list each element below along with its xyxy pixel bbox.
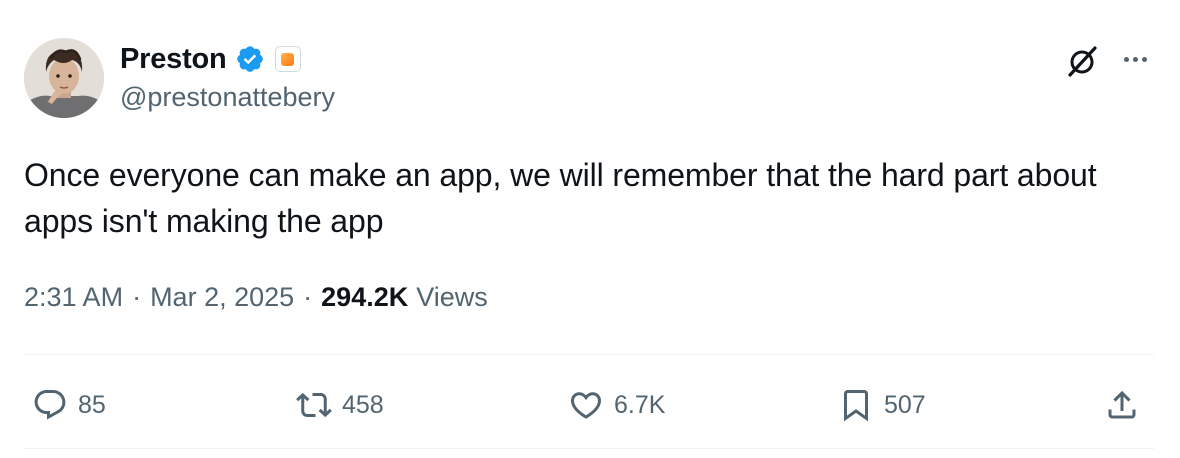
- avatar-image: [24, 38, 104, 118]
- bookmark-button[interactable]: 507: [838, 382, 926, 428]
- verified-badge-icon[interactable]: [235, 44, 265, 74]
- like-count: 6.7K: [614, 390, 666, 419]
- more-dot: [1141, 56, 1147, 62]
- action-bar: 85 458 6.7K 507: [24, 382, 1154, 428]
- retweet-icon: [296, 392, 332, 418]
- share-icon: [1108, 390, 1136, 419]
- reply-icon: [34, 390, 66, 420]
- tweet-time[interactable]: 2:31 AM: [24, 282, 123, 313]
- retweet-button[interactable]: 458: [296, 382, 384, 428]
- like-button[interactable]: 6.7K: [568, 382, 665, 428]
- share-button[interactable]: [1104, 382, 1140, 428]
- reply-button[interactable]: 85: [32, 382, 106, 428]
- meta-separator: ·: [303, 282, 313, 312]
- author-name-row: Preston: [120, 40, 301, 78]
- meta-separator: ·: [132, 282, 142, 312]
- tweet-date[interactable]: Mar 2, 2025: [150, 282, 294, 313]
- author-display-name[interactable]: Preston: [120, 43, 227, 76]
- bookmark-icon: [844, 390, 868, 422]
- affiliation-badge-icon[interactable]: [274, 46, 301, 72]
- divider: [24, 354, 1154, 355]
- affiliation-logo: [281, 52, 295, 66]
- more-icon[interactable]: [1116, 44, 1154, 74]
- like-icon: [570, 392, 602, 419]
- tweet-meta: 2:31 AM · Mar 2, 2025 · 294.2K Views: [24, 282, 488, 313]
- reply-count: 85: [78, 390, 106, 419]
- views-label: Views: [416, 282, 488, 312]
- avatar[interactable]: [24, 38, 104, 118]
- bookmark-count: 507: [884, 390, 926, 419]
- author-handle[interactable]: @prestonattebery: [120, 82, 335, 113]
- divider: [24, 448, 1154, 449]
- retweet-count: 458: [342, 390, 384, 419]
- tweet-text: Once everyone can make an app, we will r…: [24, 157, 1097, 239]
- more-dot: [1123, 56, 1129, 62]
- tweet-card: Preston @prestonattebery Once everyone c…: [0, 0, 1180, 458]
- more-dot: [1132, 56, 1138, 62]
- views-count[interactable]: 294.2K: [321, 282, 408, 313]
- grok-icon[interactable]: [1064, 42, 1102, 80]
